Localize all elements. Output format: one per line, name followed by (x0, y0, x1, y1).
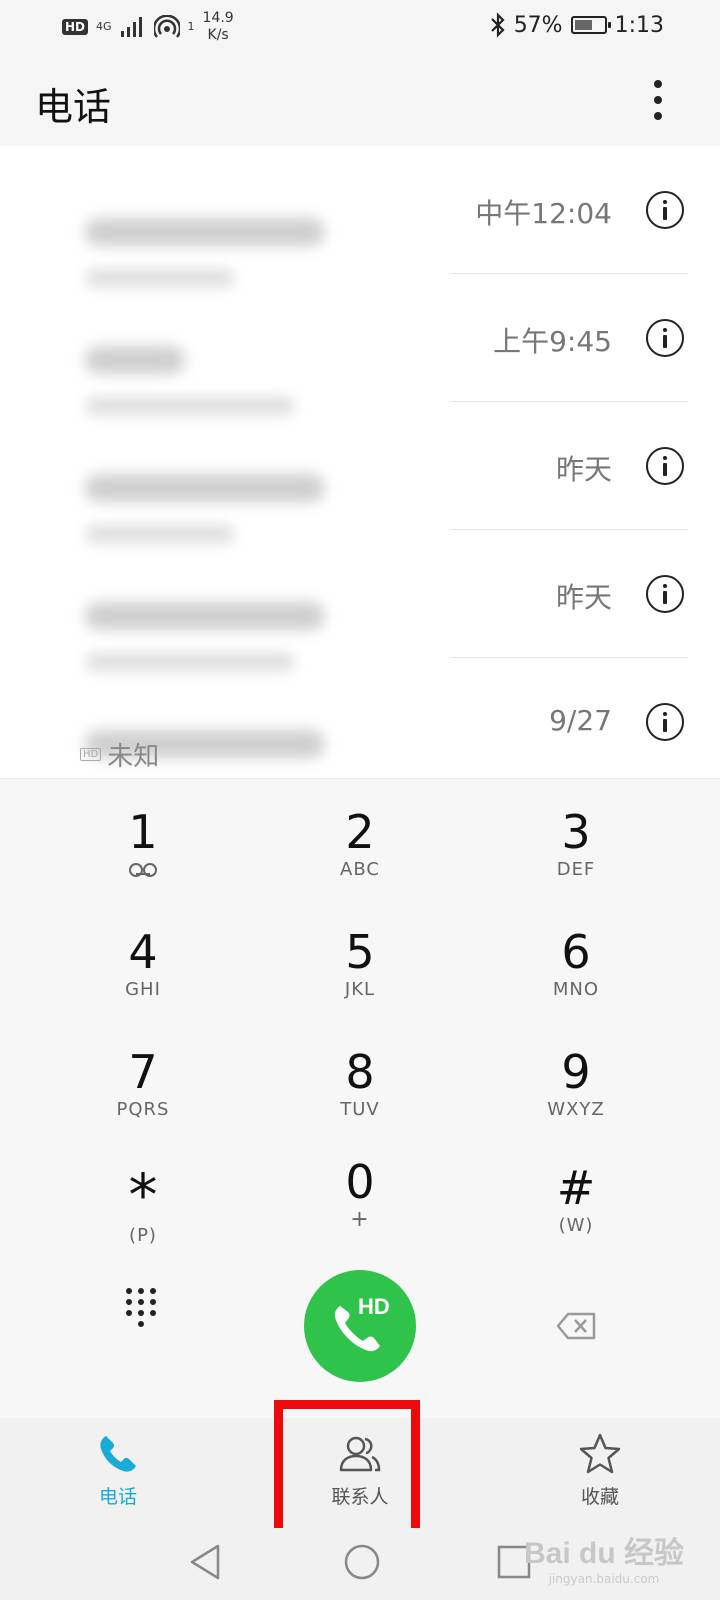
partial-call-label: HD 未知 (80, 736, 159, 773)
dial-key-2[interactable]: 2 ABC (260, 805, 460, 905)
key-digit: 8 (345, 1045, 375, 1099)
star-icon (579, 1433, 621, 1474)
phone-tab-icon (100, 1436, 136, 1472)
partial-label-text: 未知 (107, 742, 160, 772)
hotspot-count: 1 (187, 20, 195, 33)
call-log-row[interactable]: 昨天 (0, 530, 720, 672)
key-digit: * (128, 1161, 158, 1229)
key-letters: DEF (556, 859, 596, 880)
app-bar: 电话 (0, 54, 720, 146)
key-letters: (P) (129, 1225, 157, 1246)
key-digit: 2 (345, 805, 375, 859)
dial-key-4[interactable]: 4 GHI (43, 925, 243, 1025)
key-letters: ABC (340, 859, 380, 880)
call-time: 中午12:04 (475, 197, 612, 230)
recents-icon[interactable] (496, 1542, 532, 1582)
tab-contacts[interactable]: 联系人 (270, 1432, 450, 1522)
network-type: 4G (96, 20, 112, 33)
contacts-icon (339, 1436, 381, 1472)
key-digit: 1 (128, 805, 158, 859)
call-time: 上午9:45 (493, 325, 612, 358)
call-button[interactable]: HD (304, 1270, 416, 1382)
speed-value: 14.9 (202, 10, 234, 26)
call-log-list[interactable]: 中午12:04 上午9:45 昨天 昨天 9/27 HD 未知 (0, 146, 720, 778)
signal-icon (120, 17, 142, 37)
dial-key-6[interactable]: 6 MNO (476, 925, 676, 1025)
info-icon[interactable] (646, 575, 684, 613)
info-icon[interactable] (646, 447, 684, 485)
info-icon[interactable] (646, 703, 684, 741)
call-hd-label: HD (358, 1294, 390, 1319)
dial-key-3[interactable]: 3 DEF (476, 805, 676, 905)
key-digit: 3 (561, 805, 591, 859)
tab-phone-label: 电话 (98, 1486, 137, 1508)
info-icon[interactable] (646, 319, 684, 357)
key-digit: 4 (128, 925, 158, 979)
battery-percent: 57% (513, 12, 563, 38)
info-icon[interactable] (646, 191, 684, 229)
status-right: 57% 1:13 (490, 12, 664, 38)
tab-contacts-label: 联系人 (331, 1486, 389, 1508)
backspace-icon[interactable] (556, 1312, 596, 1340)
call-time: 昨天 (555, 453, 612, 486)
key-digit: 5 (345, 925, 375, 979)
speed-unit: K/s (207, 27, 229, 43)
key-digit: # (556, 1161, 596, 1215)
status-left: HD 4G 1 14.9 K/s (62, 10, 234, 44)
call-time: 昨天 (555, 581, 612, 614)
system-navigation (0, 1528, 720, 1600)
dialpad-toggle-icon[interactable] (124, 1286, 160, 1334)
back-icon[interactable] (188, 1542, 224, 1582)
dial-key-7[interactable]: 7 PQRS (43, 1045, 243, 1145)
clock: 1:13 (614, 12, 664, 38)
call-log-row[interactable]: 中午12:04 (0, 146, 720, 288)
call-log-row[interactable]: 昨天 (0, 402, 720, 544)
tab-favorites[interactable]: 收藏 (510, 1432, 690, 1522)
dial-key-5[interactable]: 5 JKL (260, 925, 460, 1025)
call-log-row[interactable]: 上午9:45 (0, 274, 720, 416)
status-bar: HD 4G 1 14.9 K/s 57% 1:13 (0, 0, 720, 54)
key-letters: JKL (344, 979, 376, 1000)
battery-icon (570, 16, 611, 34)
key-letters: WXYZ (547, 1099, 605, 1120)
hd-badge: HD (62, 19, 89, 35)
key-letters: GHI (125, 979, 161, 1000)
key-letters: MNO (552, 979, 600, 1000)
key-letters: (W) (558, 1215, 594, 1236)
page-title: 电话 (35, 85, 112, 129)
network-speed: 14.9 K/s (203, 10, 234, 44)
key-letters: TUV (340, 1099, 380, 1120)
phone-icon (334, 1306, 380, 1352)
key-letters: PQRS (116, 1099, 170, 1120)
call-time: 9/27 (549, 704, 612, 737)
key-letters: + (350, 1207, 370, 1232)
hotspot-icon (153, 15, 180, 38)
voicemail-icon (129, 863, 157, 877)
key-digit: 7 (128, 1045, 158, 1099)
key-digit: 0 (345, 1155, 375, 1209)
hd-small-icon: HD (80, 748, 102, 761)
dial-key-1[interactable]: 1 (43, 805, 243, 905)
key-digit: 9 (561, 1045, 591, 1099)
more-options-icon[interactable] (651, 80, 665, 120)
bottom-navigation: 电话 联系人 收藏 (0, 1418, 720, 1528)
bluetooth-icon (490, 12, 505, 38)
dial-key-8[interactable]: 8 TUV (260, 1045, 460, 1145)
home-icon[interactable] (342, 1542, 382, 1582)
dial-key-9[interactable]: 9 WXYZ (476, 1045, 676, 1145)
key-digit: 6 (561, 925, 591, 979)
tab-phone[interactable]: 电话 (28, 1432, 208, 1522)
dial-key-0[interactable]: 0 + (260, 1155, 460, 1255)
dial-key-star[interactable]: * (P) (43, 1165, 243, 1265)
dial-key-hash[interactable]: # (W) (476, 1161, 676, 1261)
tab-favorites-label: 收藏 (580, 1486, 619, 1508)
